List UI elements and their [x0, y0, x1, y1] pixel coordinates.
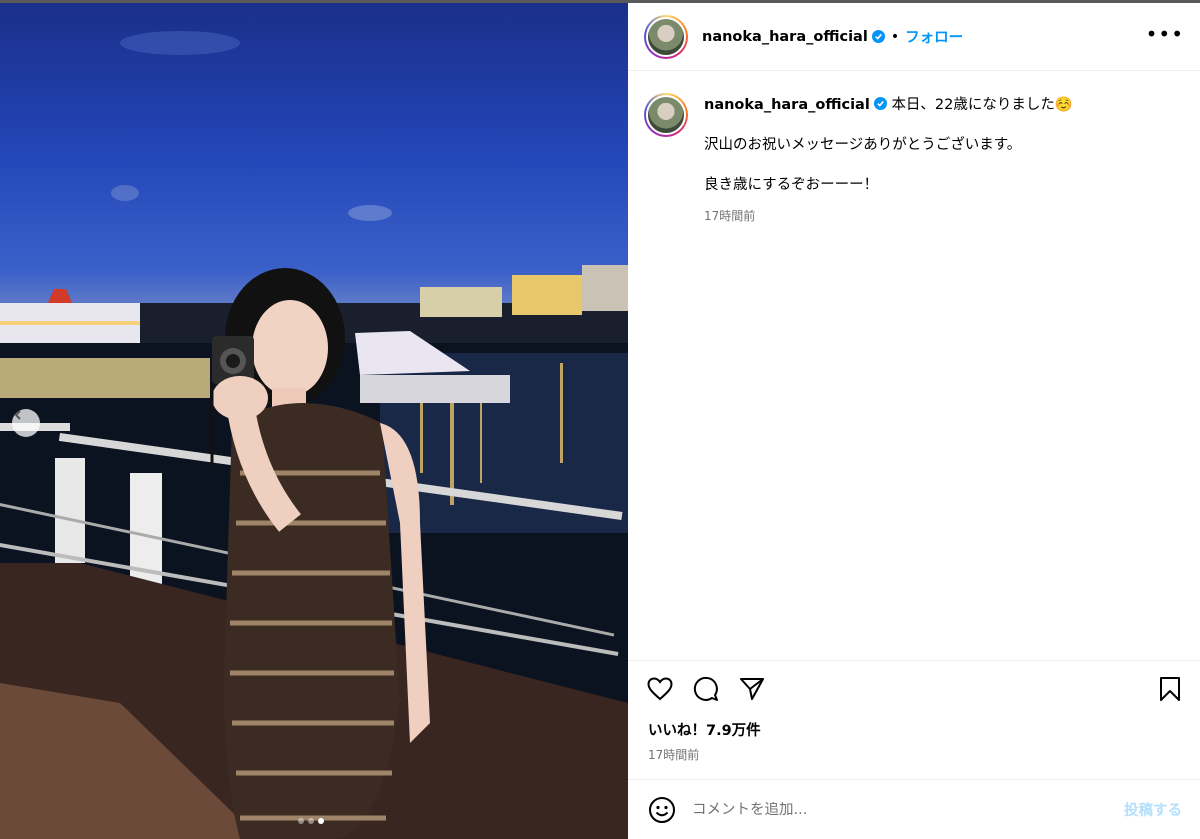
- caption-text-line1: 本日、22歳になりました☺️: [891, 97, 1073, 113]
- paper-plane-icon: [740, 678, 764, 700]
- carousel-dot-active: [318, 818, 324, 824]
- action-section: いいね！7.9万件 17時間前: [628, 660, 1200, 763]
- follow-button[interactable]: フォロー: [905, 26, 963, 47]
- verified-badge-icon: [873, 97, 887, 110]
- photo-scene: [0, 31, 628, 839]
- carousel-prev-button[interactable]: [12, 409, 40, 437]
- caption-text-line3: 良き歳にするぞおーーー！: [704, 177, 879, 193]
- post-photo[interactable]: [0, 3, 628, 839]
- verified-badge-icon: [871, 30, 885, 43]
- caption-username[interactable]: nanoka_hara_official: [704, 97, 870, 113]
- separator-dot: •: [890, 28, 900, 45]
- caption-timestamp[interactable]: 17時間前: [704, 207, 1073, 224]
- avatar-image: [646, 16, 686, 57]
- caption-body: nanoka_hara_official 本日、22歳になりました☺️ 沢山のお…: [704, 93, 1073, 224]
- like-button[interactable]: [646, 675, 674, 703]
- avatar-image: [646, 95, 686, 135]
- emoji-icon[interactable]: [648, 796, 676, 824]
- comment-bubble-icon: [693, 676, 718, 701]
- chevron-left-icon: [14, 410, 21, 420]
- post-side-panel: nanoka_hara_official • フォロー ••• nanoka_h…: [628, 3, 1200, 839]
- carousel-indicator: [298, 818, 324, 824]
- caption-first-line: nanoka_hara_official 本日、22歳になりました☺️: [704, 95, 1073, 115]
- like-count[interactable]: いいね！7.9万件: [628, 709, 1200, 740]
- post-timestamp[interactable]: 17時間前: [628, 740, 1200, 763]
- heart-icon: [647, 677, 673, 701]
- caption: nanoka_hara_official 本日、22歳になりました☺️ 沢山のお…: [628, 71, 1200, 224]
- caption-avatar[interactable]: [644, 93, 688, 137]
- avatar[interactable]: [644, 14, 688, 59]
- share-button[interactable]: [738, 675, 766, 703]
- caption-text-line2: 沢山のお祝いメッセージありがとうございます。: [704, 137, 1022, 153]
- comment-input[interactable]: [692, 801, 1124, 818]
- more-options-button[interactable]: •••: [1146, 22, 1184, 52]
- save-button[interactable]: [1156, 675, 1184, 703]
- action-bar: [628, 661, 1200, 709]
- carousel-dot: [308, 818, 314, 824]
- comment-button[interactable]: [692, 675, 720, 703]
- carousel-dot: [298, 818, 304, 824]
- post-comment-button[interactable]: 投稿する: [1124, 799, 1182, 820]
- comment-bar: 投稿する: [628, 779, 1200, 839]
- bookmark-icon: [1160, 677, 1180, 701]
- post-header: nanoka_hara_official • フォロー •••: [628, 3, 1200, 71]
- post-username[interactable]: nanoka_hara_official: [702, 29, 868, 45]
